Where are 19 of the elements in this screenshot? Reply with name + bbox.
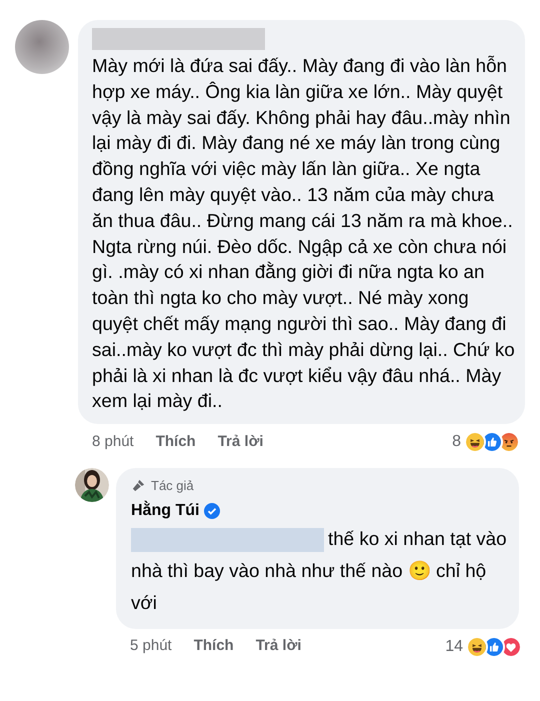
- author-label: Tác giả: [151, 477, 194, 496]
- reply-link[interactable]: Trả lời: [218, 430, 264, 454]
- like-link[interactable]: Thích: [156, 430, 196, 454]
- thumbs-up-icon: [481, 431, 503, 454]
- like-link[interactable]: Thích: [194, 635, 234, 658]
- reaction-count: 14: [445, 636, 463, 657]
- angry-emoji-icon: [498, 431, 520, 454]
- comment-text: Mày mới là đứa sai đấy.. Mày đang đi vào làn hỗn hợp xe máy.. Ông kia làn giữa xe lớn.. Mày quyệt vậy là mày sai đấy. Không phải hay đâu..mày nhìn lại mày đi đi. Mày đang né xe máy làn trong cùng đồng nghĩa với việc mày lấn làn giữa.. Xe ngta đang lên mày quyệt vào.. 13 năm của mày chưa ăn thua đâu.. Đừng mang cái 13 năm ra mà khoe.. Ngta rừng núi. Đèo dốc. Ngập cả xe còn chưa nói gì. .mày có xi nhan đằng giời đi nữa ngta ko an toàn thì ngta ko cho mày vượt.. Né mày xong quyệt chết mấy mạng người thì sao.. Mày đang đi sai..mày ko vượt đc thì mày phải dừng lại.. Chứ ko phải là xi nhan là đc vượt kiểu vậy đâu nhá.. Mày xem lại mày đi..: [92, 54, 516, 414]
- heart-icon: [500, 636, 522, 658]
- author-name[interactable]: Hằng Túi: [131, 498, 200, 523]
- comment-time: 8 phút: [92, 432, 134, 452]
- comment-time: 5 phút: [130, 636, 172, 656]
- reply-text: thế ko xi nhan tạt vào nhà thì bay vào nhà như thế nào 🙂 chỉ hộ với: [131, 526, 508, 615]
- avatar[interactable]: [15, 20, 69, 74]
- laughing-emoji-icon: [466, 636, 488, 658]
- reply-link[interactable]: Trả lời: [256, 635, 302, 658]
- laughing-emoji-icon: [464, 431, 486, 454]
- thumbs-up-icon: [483, 636, 505, 658]
- reaction-count: 8: [452, 432, 461, 452]
